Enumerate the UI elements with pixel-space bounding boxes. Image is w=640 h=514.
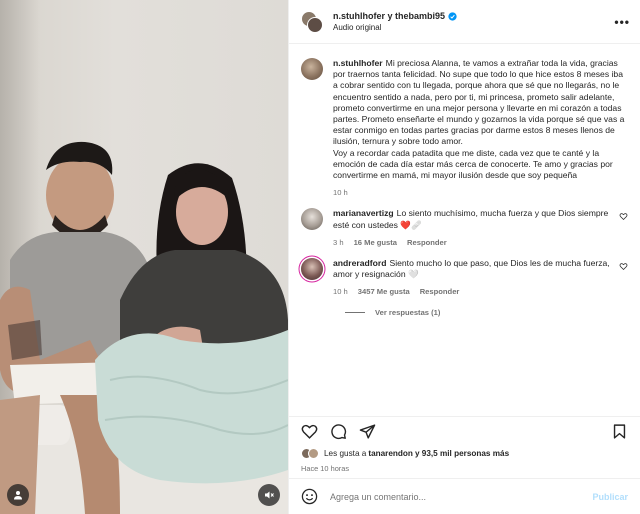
collab-avatars[interactable] — [301, 10, 323, 33]
mute-button[interactable] — [258, 484, 280, 506]
collab-usernames: n.stuhlhofer y thebambi95 — [333, 11, 614, 21]
caption-body: n.stuhlhofer Mi preciosa Alanna, te vamos… — [333, 58, 628, 198]
comments-section: n.stuhlhofer Mi preciosa Alanna, te vamos… — [289, 44, 640, 416]
comment-meta: 3 h 16 Me gusta Responder — [333, 237, 611, 248]
caption-username[interactable]: n.stuhlhofer — [333, 58, 383, 68]
verified-badge-icon — [448, 11, 457, 21]
mute-icon — [265, 491, 274, 499]
publish-button[interactable]: Publicar — [592, 492, 628, 502]
add-comment-bar: Publicar — [289, 478, 640, 514]
usernames-link[interactable]: n.stuhlhofer y thebambi95 — [333, 11, 445, 21]
caption: n.stuhlhofer Mi preciosa Alanna, te vamos… — [301, 58, 628, 198]
comment-body: marianavertizg Lo siento muchísimo, mucha… — [333, 208, 611, 248]
comment-meta: 10 h 3457 Me gusta Responder — [333, 286, 611, 297]
audio-link[interactable]: Audio original — [333, 23, 614, 32]
likes-count-link[interactable]: y 93,5 mil personas más — [415, 449, 509, 458]
more-options-icon[interactable]: ••• — [614, 15, 630, 29]
post-header: n.stuhlhofer y thebambi95 Audio original… — [289, 0, 640, 44]
action-bar — [289, 416, 640, 446]
post-photo — [0, 141, 288, 514]
post-panel: n.stuhlhofer y thebambi95 Audio original… — [288, 0, 640, 514]
comment-like-icon[interactable] — [619, 212, 628, 221]
post-time: Hace 10 horas — [301, 464, 350, 473]
user-tag-button[interactable] — [7, 484, 29, 506]
comment-username[interactable]: marianavertizg — [333, 208, 394, 218]
avatar — [308, 447, 319, 459]
caption-meta: 10 h — [333, 187, 628, 198]
likes-prefix: Les gusta a — [324, 448, 367, 458]
caption-time: 10 h — [333, 188, 348, 198]
view-replies-label: Ver respuestas (1) — [375, 307, 441, 317]
comment-likes[interactable]: 3457 Me gusta — [358, 286, 410, 297]
comment-time: 3 h — [333, 237, 344, 247]
avatar[interactable] — [301, 58, 323, 80]
view-replies-button[interactable]: Ver respuestas (1) — [345, 308, 628, 317]
reply-button[interactable]: Responder — [407, 237, 447, 248]
post-media[interactable] — [0, 0, 288, 514]
comment: andreradford Siento mucho lo que paso, qu… — [301, 258, 628, 298]
comment-like-icon[interactable] — [619, 262, 628, 271]
emoji-icon[interactable] — [301, 488, 318, 505]
likes-summary: Les gusta a tanarendon y 93,5 mil person… — [289, 446, 640, 460]
comment-input[interactable] — [330, 491, 593, 502]
heart-icon[interactable] — [301, 423, 318, 440]
header-text: n.stuhlhofer y thebambi95 Audio original — [333, 11, 614, 32]
share-icon[interactable] — [359, 423, 376, 440]
comment-time: 10 h — [333, 287, 348, 297]
reply-button[interactable]: Responder — [420, 286, 460, 297]
likes-user-link[interactable]: tanarendon — [368, 449, 413, 458]
comment-username[interactable]: andreradford — [333, 258, 386, 268]
comment-icon[interactable] — [330, 423, 347, 440]
replies-divider — [345, 311, 365, 313]
comment-likes[interactable]: 16 Me gusta — [354, 237, 397, 248]
user-tag-icon — [14, 491, 22, 500]
avatar[interactable] — [301, 258, 323, 281]
avatar — [307, 16, 323, 33]
avatar[interactable] — [301, 208, 323, 231]
caption-text: Mi preciosa Alanna, te vamos a extrañar … — [333, 58, 625, 181]
comment-body: andreradford Siento mucho lo que paso, qu… — [333, 258, 611, 298]
save-icon[interactable] — [611, 423, 628, 440]
comment: marianavertizg Lo siento muchísimo, mucha… — [301, 208, 628, 248]
